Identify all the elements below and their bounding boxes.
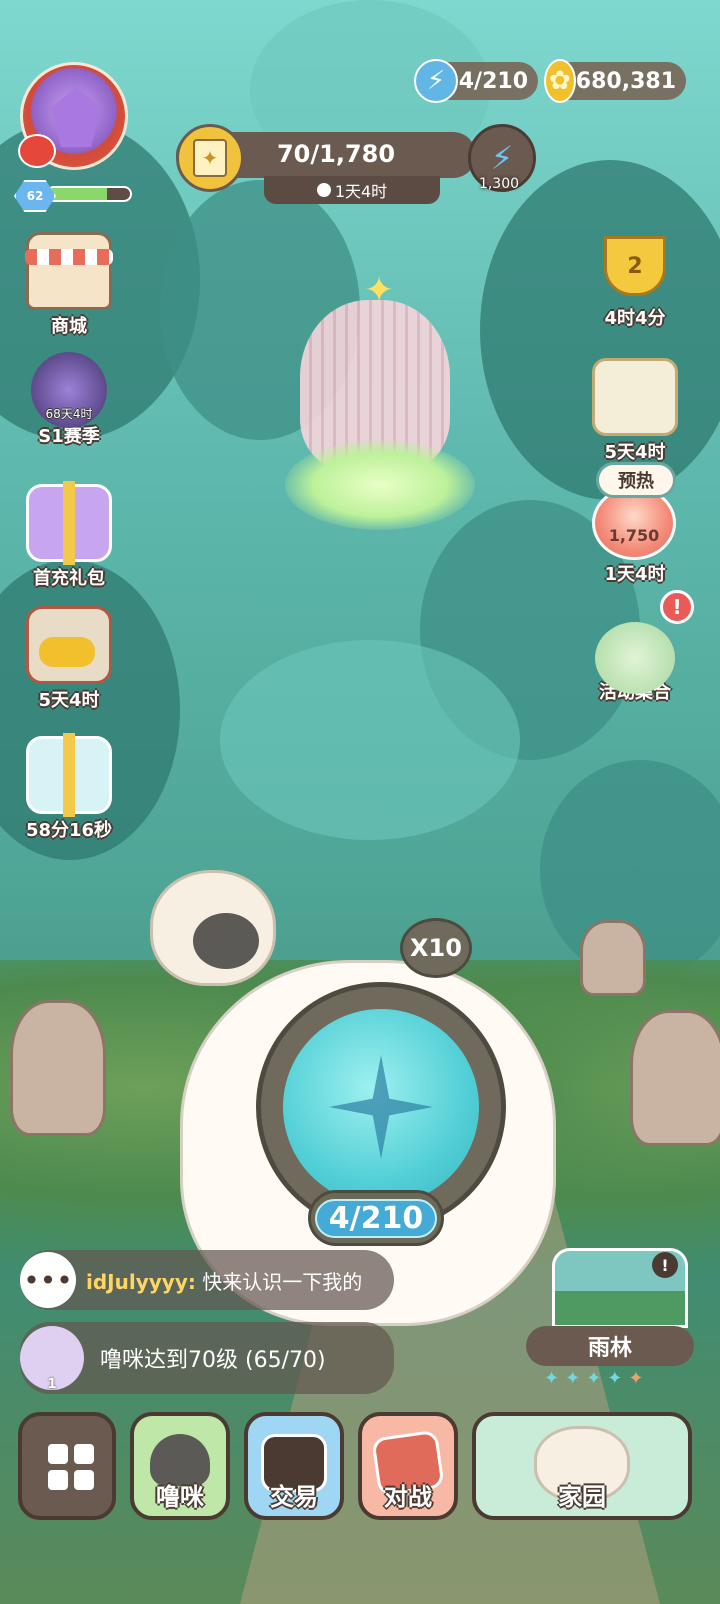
lightning-icon: ⚡ [490,139,514,177]
shop-icon [25,232,113,310]
star-filled-icon: ✦ [586,1368,602,1389]
compass-star-icon [329,1055,433,1159]
star-empty-icon: ✦ [628,1368,644,1389]
nav-pets-label: 噜咪 [156,1483,204,1511]
nav-home[interactable]: 家园 [472,1412,692,1520]
star-filled-icon: ✦ [607,1368,623,1389]
gift-box-icon [26,481,112,565]
event-timer: 1天4时 [264,176,440,204]
nav-battle-label: 对战 [384,1483,432,1511]
cat-scroll-icon [592,358,678,436]
shop-label: 商城 [51,316,87,337]
scanner-face[interactable] [283,1009,479,1205]
chat-bubble-icon[interactable]: ••• [20,1252,76,1308]
scanner-counter: 4/210 [308,1190,444,1246]
chat-message: 快来认识一下我的 [202,1269,363,1294]
nav-trade[interactable]: 交易 [244,1412,344,1520]
event-progress-value: 70/1,780 [276,140,396,168]
location-name: 雨林 [526,1326,694,1366]
coin-icon: ✿ [544,59,576,103]
cat-companion [150,870,276,986]
info-icon[interactable]: ! [652,1252,678,1278]
energy-counter[interactable]: ⚡ 4/210 [414,59,538,103]
star-filled-icon: ✦ [544,1368,560,1389]
chat-bar[interactable]: ••• idJulyyyy: 快来认识一下我的 [20,1250,394,1310]
level-progress-bar [46,186,132,202]
season-icon: 68天4时 [31,352,107,428]
scanner-counter-value: 4/210 [314,1198,438,1238]
trophy-number: 2 [604,236,666,296]
quest-bar[interactable]: 1 噜咪达到70级 (65/70) [20,1322,394,1394]
cat-statue-left [10,1000,106,1136]
coin-counter[interactable]: ✿ 680,381 [544,59,686,103]
cat-statue-right [630,1010,720,1146]
season-button[interactable]: 68天4时 S1赛季 [14,352,124,448]
cat-scroll-button[interactable]: 5天4时 [580,358,690,464]
grid-menu-icon [48,1444,94,1490]
events-icon [595,622,675,694]
cat-scroll-timer: 5天4时 [604,442,666,463]
warmup-timer: 1天4时 [604,564,666,585]
nav-trade-label: 交易 [270,1483,318,1511]
nav-pets[interactable]: 噜咪 [130,1412,230,1520]
trophy-button[interactable]: 2 4时4分 [580,230,690,330]
location-stars: ✦ ✦ ✦ ✦ ✦ [544,1368,694,1389]
treasure-chest-icon [26,606,112,684]
nav-battle[interactable]: 对战 [358,1412,458,1520]
alert-icon[interactable]: ! [660,590,694,624]
star-filled-icon: ✦ [565,1368,581,1389]
treasure-chest-timer: 5天4时 [38,690,100,711]
timed-gift-timer: 58分16秒 [25,820,113,841]
first-recharge-button[interactable]: 首充礼包 [14,481,124,590]
main-menu-button[interactable] [18,1412,116,1520]
event-timer-text: 1天4时 [334,182,388,201]
coin-value: 680,381 [575,68,676,94]
gift-box-icon [26,733,112,817]
chat-message-wrap: idJulyyyy: 快来认识一下我的 [86,1266,362,1295]
butterfly-statue [580,920,646,996]
warmup-count: 1,750 [608,526,660,545]
clock-icon [316,183,331,197]
scroll-icon[interactable]: ✦ [176,124,244,192]
energy-value: 4/210 [458,68,528,94]
nav-home-label: 家园 [558,1483,606,1511]
level-progress-fill [48,188,108,200]
warmup-badge: 预热 [596,462,676,498]
quest-text: 噜咪达到70级 (65/70) [100,1348,326,1373]
events-button[interactable]: 活动集合 [580,622,690,704]
bolt-reward-count: 1,300 [478,176,520,192]
first-recharge-label: 首充礼包 [33,568,105,589]
shop-button[interactable]: 商城 [14,232,124,338]
trophy-icon: 2 [595,230,675,302]
multiplier-button[interactable]: X10 [400,918,472,978]
warmup-timer-wrap: 1天4时 [580,558,690,586]
grape-item-icon: 1 [20,1326,84,1392]
season-timer: 68天4时 [45,407,93,421]
treasure-chest-button[interactable]: 5天4时 [14,606,124,712]
quest-item-count: 1 [47,1377,57,1392]
chat-username: idJulyyyy: [86,1269,196,1294]
lightning-icon: ⚡ [414,59,458,103]
tomato-icon [18,134,56,168]
trophy-timer: 4时4分 [604,308,666,329]
timed-gift-button[interactable]: 58分16秒 [14,733,124,842]
